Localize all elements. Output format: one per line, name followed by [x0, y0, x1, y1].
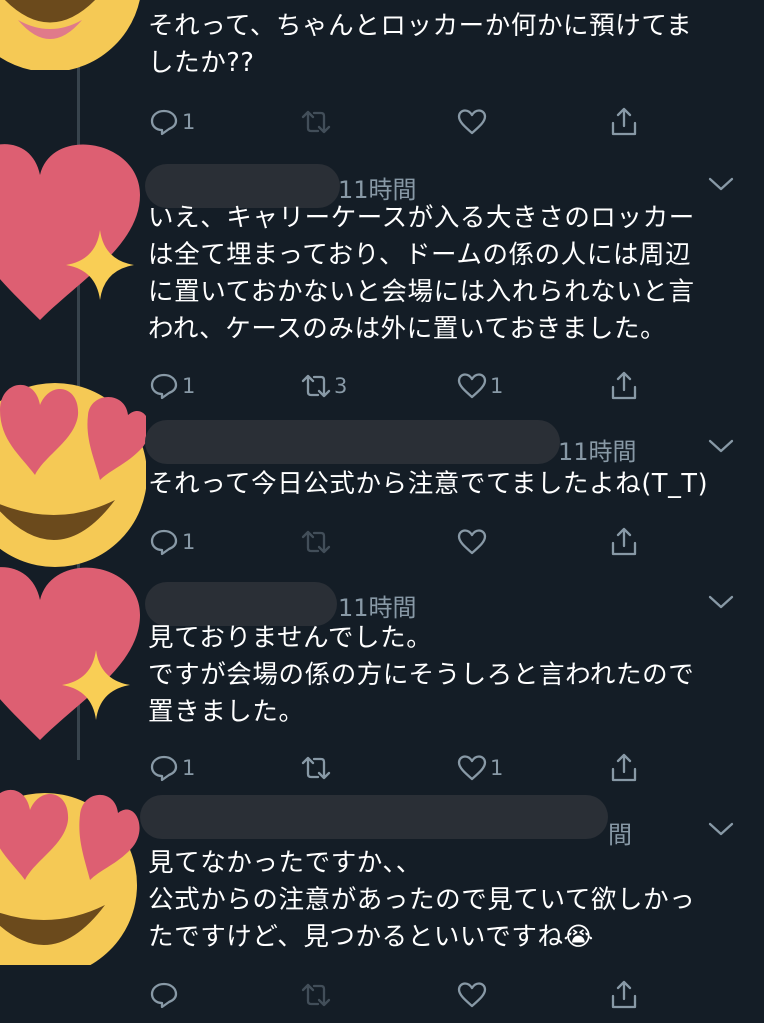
tweet-actions — [148, 977, 648, 1013]
retweet-icon — [301, 374, 331, 398]
tweet-body: 見ておりませんでした。 ですが会場の係の方にそうしろと言われたので 置きました。 — [148, 623, 695, 727]
reply-icon — [150, 755, 178, 782]
reply-icon — [150, 529, 178, 556]
retweet-button[interactable] — [300, 524, 334, 560]
retweet-count: 3 — [334, 374, 348, 398]
tweet-timestamp: 11時間 — [338, 594, 417, 622]
tweet-timestamp: 11時間 — [558, 438, 637, 466]
share-icon — [611, 527, 637, 556]
reply-button[interactable]: 1 — [148, 524, 195, 560]
tweet-actions: 1 1 — [148, 750, 648, 786]
share-button[interactable] — [608, 977, 640, 1013]
share-button[interactable] — [608, 368, 640, 404]
share-button[interactable] — [608, 524, 640, 560]
reply-count: 1 — [182, 110, 196, 134]
retweet-icon — [301, 756, 331, 780]
retweet-icon — [301, 983, 331, 1007]
like-button[interactable] — [456, 104, 490, 140]
like-count: 1 — [490, 756, 504, 780]
reply-icon — [150, 109, 178, 136]
heart-icon — [457, 755, 487, 781]
heart-icon — [457, 529, 487, 555]
retweet-icon — [301, 110, 331, 134]
retweet-icon — [301, 530, 331, 554]
reply-button[interactable] — [148, 977, 182, 1013]
chevron-down-icon[interactable] — [708, 176, 734, 192]
share-button[interactable] — [608, 104, 640, 140]
retweet-button[interactable]: 3 — [300, 368, 347, 404]
tweet-body: 見てなかったですか、、 公式からの注意があったので見ていて欲しかっ たですけど、… — [148, 848, 696, 952]
retweet-button[interactable] — [300, 977, 334, 1013]
reply-button[interactable]: 1 — [148, 368, 195, 404]
reply-icon — [150, 373, 178, 400]
tweet-body: それって今日公式から注意でてましたよね(T_T) — [148, 469, 709, 499]
author-name-redacted — [140, 795, 608, 839]
avatar[interactable] — [0, 380, 146, 570]
share-icon — [611, 107, 637, 136]
heart-icon — [457, 109, 487, 135]
avatar[interactable] — [0, 775, 146, 965]
reply-button[interactable]: 1 — [148, 104, 195, 140]
tweet-actions: 1 — [148, 104, 648, 140]
chevron-down-icon[interactable] — [708, 821, 734, 837]
like-button[interactable]: 1 — [456, 368, 503, 404]
chevron-down-icon[interactable] — [708, 594, 734, 610]
tweet-actions: 1 — [148, 524, 648, 560]
reply-button[interactable]: 1 — [148, 750, 195, 786]
heart-icon — [457, 373, 487, 399]
heart-icon — [457, 982, 487, 1008]
tweet-thread: それって、ちゃんとロッカーか何かに預けてま したか?? 1 11時間 いえ、キャ… — [0, 0, 764, 1023]
author-name-redacted — [145, 420, 560, 464]
share-icon — [611, 753, 637, 782]
avatar[interactable] — [0, 0, 146, 70]
retweet-button[interactable] — [300, 104, 334, 140]
reply-count: 1 — [182, 756, 196, 780]
share-icon — [611, 371, 637, 400]
chevron-down-icon[interactable] — [708, 438, 734, 454]
retweet-button[interactable] — [300, 750, 334, 786]
reply-count: 1 — [182, 374, 196, 398]
share-icon — [611, 980, 637, 1009]
like-button[interactable] — [456, 524, 490, 560]
tweet-actions: 1 3 1 — [148, 368, 648, 404]
tweet-body: いえ、キャリーケースが入る大きさのロッカー は全て埋まっており、ドームの係の人に… — [148, 203, 695, 344]
avatar[interactable] — [0, 135, 146, 325]
share-button[interactable] — [608, 750, 640, 786]
like-count: 1 — [490, 374, 504, 398]
like-button[interactable] — [456, 977, 490, 1013]
like-button[interactable]: 1 — [456, 750, 503, 786]
tweet-body: それって、ちゃんとロッカーか何かに預けてま したか?? — [148, 11, 693, 78]
reply-icon — [150, 982, 178, 1009]
avatar[interactable] — [0, 565, 146, 755]
reply-count: 1 — [182, 530, 196, 554]
